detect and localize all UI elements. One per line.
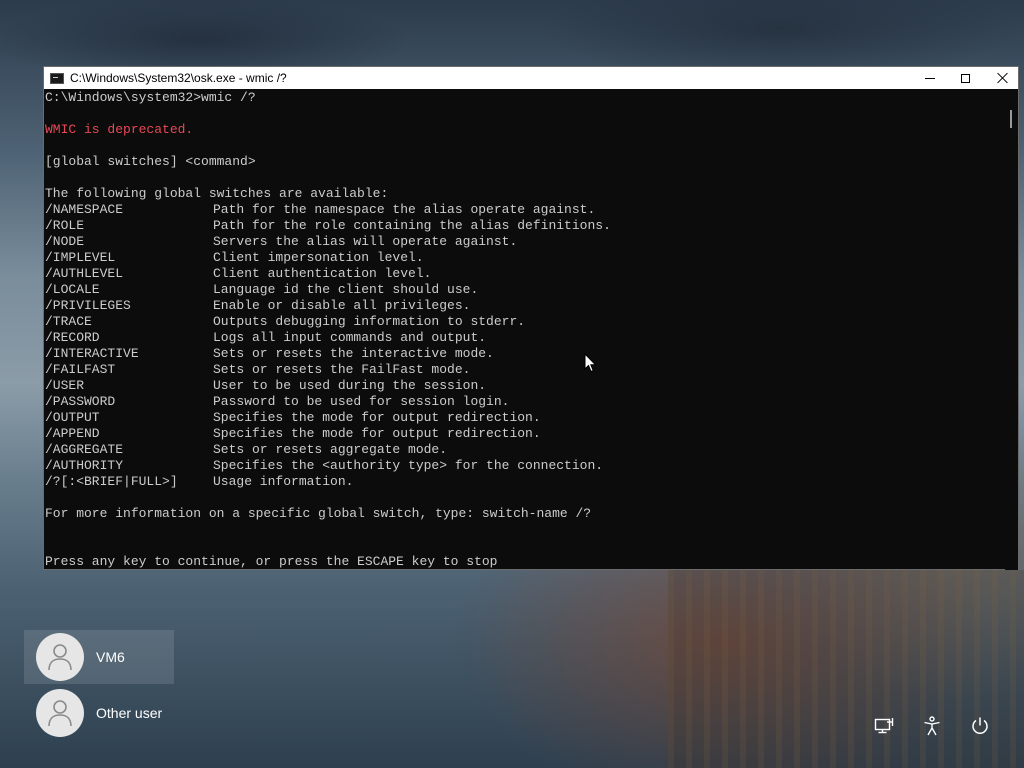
switch-desc: Client authentication level. <box>213 266 432 281</box>
switch-desc: Sets or resets the FailFast mode. <box>213 362 471 377</box>
close-icon <box>997 72 1009 84</box>
person-icon <box>48 700 72 727</box>
switch-row: /RECORD Logs all input commands and outpu… <box>45 330 1003 346</box>
switch-row: /PRIVILEGES Enable or disable all privile… <box>45 298 1003 314</box>
switch-name: /IMPLEVEL <box>45 250 116 265</box>
switch-name: /?[:<BRIEF|FULL>] <box>45 474 178 489</box>
switch-row: /AUTHLEVEL Client authentication level. <box>45 266 1003 282</box>
user-tile-other-user[interactable]: Other user <box>24 686 174 740</box>
switch-name: /AUTHORITY <box>45 458 124 473</box>
accessibility-icon <box>924 716 940 736</box>
switch-desc: User to be used during the session. <box>213 378 487 393</box>
switch-desc: Specifies the mode for output redirectio… <box>213 410 541 425</box>
switch-name: /NODE <box>45 234 85 249</box>
minimize-icon <box>925 77 935 79</box>
switch-name: /INTERACTIVE <box>45 346 139 361</box>
mouse-cursor-icon <box>584 353 597 373</box>
user-name: Other user <box>96 705 163 721</box>
switch-name: /PRIVILEGES <box>45 298 131 313</box>
console-app-icon[interactable] <box>50 72 64 84</box>
switch-desc: Path for the namespace the alias operate… <box>213 202 596 217</box>
switch-row: /?[:<BRIEF|FULL>] Usage information. <box>45 474 1003 490</box>
network-icon <box>874 718 894 734</box>
switch-desc: Sets or resets the interactive mode. <box>213 346 494 361</box>
switch-desc: Specifies the mode for output redirectio… <box>213 426 541 441</box>
switch-desc: Client impersonation level. <box>213 250 424 265</box>
switch-row: /NODE Servers the alias will operate agai… <box>45 234 1003 250</box>
deprecation-warning: WMIC is deprecated. <box>45 122 194 137</box>
accessibility-button[interactable] <box>920 714 944 738</box>
switch-name: /USER <box>45 378 85 393</box>
user-avatar-icon <box>36 689 84 737</box>
switch-row: /NAMESPACE Path for the namespace the ali… <box>45 202 1003 218</box>
wallpaper-pier <box>668 570 1024 768</box>
switch-desc: Specifies the <authority type> for the c… <box>213 458 604 473</box>
switch-row: /TRACE Outputs debugging information to s… <box>45 314 1003 330</box>
person-icon <box>48 644 72 671</box>
switch-row: /LOCALE Language id the client should use… <box>45 282 1003 298</box>
switch-name: /PASSWORD <box>45 394 116 409</box>
switches-header: The following global switches are availa… <box>45 186 389 201</box>
switch-desc: Sets or resets aggregate mode. <box>213 442 448 457</box>
user-name: VM6 <box>96 649 125 665</box>
usage-line: [global switches] <command> <box>45 154 256 169</box>
switch-name: /ROLE <box>45 218 85 233</box>
switch-desc: Language id the client should use. <box>213 282 479 297</box>
switch-desc: Usage information. <box>213 474 354 489</box>
network-button[interactable] <box>872 714 896 738</box>
switch-name: /AUTHLEVEL <box>45 266 124 281</box>
user-avatar-icon <box>36 633 84 681</box>
power-button[interactable] <box>968 714 992 738</box>
switch-name: /APPEND <box>45 426 100 441</box>
switch-desc: Servers the alias will operate against. <box>213 234 518 249</box>
switch-row: /OUTPUT Specifies the mode for output red… <box>45 410 1003 426</box>
switch-name: /LOCALE <box>45 282 100 297</box>
switch-row: /AUTHORITY Specifies the <authority type>… <box>45 458 1003 474</box>
switch-name: /FAILFAST <box>45 362 116 377</box>
console-window[interactable]: C:\Windows\System32\osk.exe - wmic /? C:… <box>43 66 1019 570</box>
switch-row: /IMPLEVEL Client impersonation level. <box>45 250 1003 266</box>
more-info-line: For more information on a specific globa… <box>45 506 592 521</box>
power-icon <box>972 717 988 734</box>
prompt-line: C:\Windows\system32>wmic /? <box>45 90 256 105</box>
switch-row: /AGGREGATE Sets or resets aggregate mode. <box>45 442 1003 458</box>
maximize-icon <box>960 73 970 83</box>
window-titlebar[interactable]: C:\Windows\System32\osk.exe - wmic /? <box>44 67 1018 89</box>
window-title: C:\Windows\System32\osk.exe - wmic /? <box>70 71 287 85</box>
switch-desc: Outputs debugging information to stderr. <box>213 314 526 329</box>
switch-name: /TRACE <box>45 314 92 329</box>
console-output[interactable]: C:\Windows\system32>wmic /? WMIC is depr… <box>45 90 1003 570</box>
switch-desc: Logs all input commands and output. <box>213 330 487 345</box>
minimize-button[interactable] <box>911 67 949 89</box>
switch-row: /APPEND Specifies the mode for output red… <box>45 426 1003 442</box>
close-button[interactable] <box>984 67 1022 89</box>
switch-row: /ROLE Path for the role containing the al… <box>45 218 1003 234</box>
switch-name: /OUTPUT <box>45 410 100 425</box>
switch-name: /NAMESPACE <box>45 202 124 217</box>
user-tile-vm6[interactable]: VM6 <box>24 630 174 684</box>
switch-name: /RECORD <box>45 330 100 345</box>
scrollbar-thumb[interactable] <box>1010 110 1012 128</box>
switch-row: /FAILFAST Sets or resets the FailFast mod… <box>45 362 1003 378</box>
switch-desc: Enable or disable all privileges. <box>213 298 471 313</box>
switch-row: /USER User to be used during the session. <box>45 378 1003 394</box>
switch-desc: Password to be used for session login. <box>213 394 510 409</box>
press-key-prompt: Press any key to continue, or press the … <box>45 554 498 569</box>
vertical-scrollbar[interactable] <box>1005 90 1018 570</box>
switch-desc: Path for the role containing the alias d… <box>213 218 611 233</box>
switch-row: /INTERACTIVE Sets or resets the interacti… <box>45 346 1003 362</box>
switch-name: /AGGREGATE <box>45 442 124 457</box>
switch-row: /PASSWORD Password to be used for session… <box>45 394 1003 410</box>
maximize-button[interactable] <box>946 67 984 89</box>
